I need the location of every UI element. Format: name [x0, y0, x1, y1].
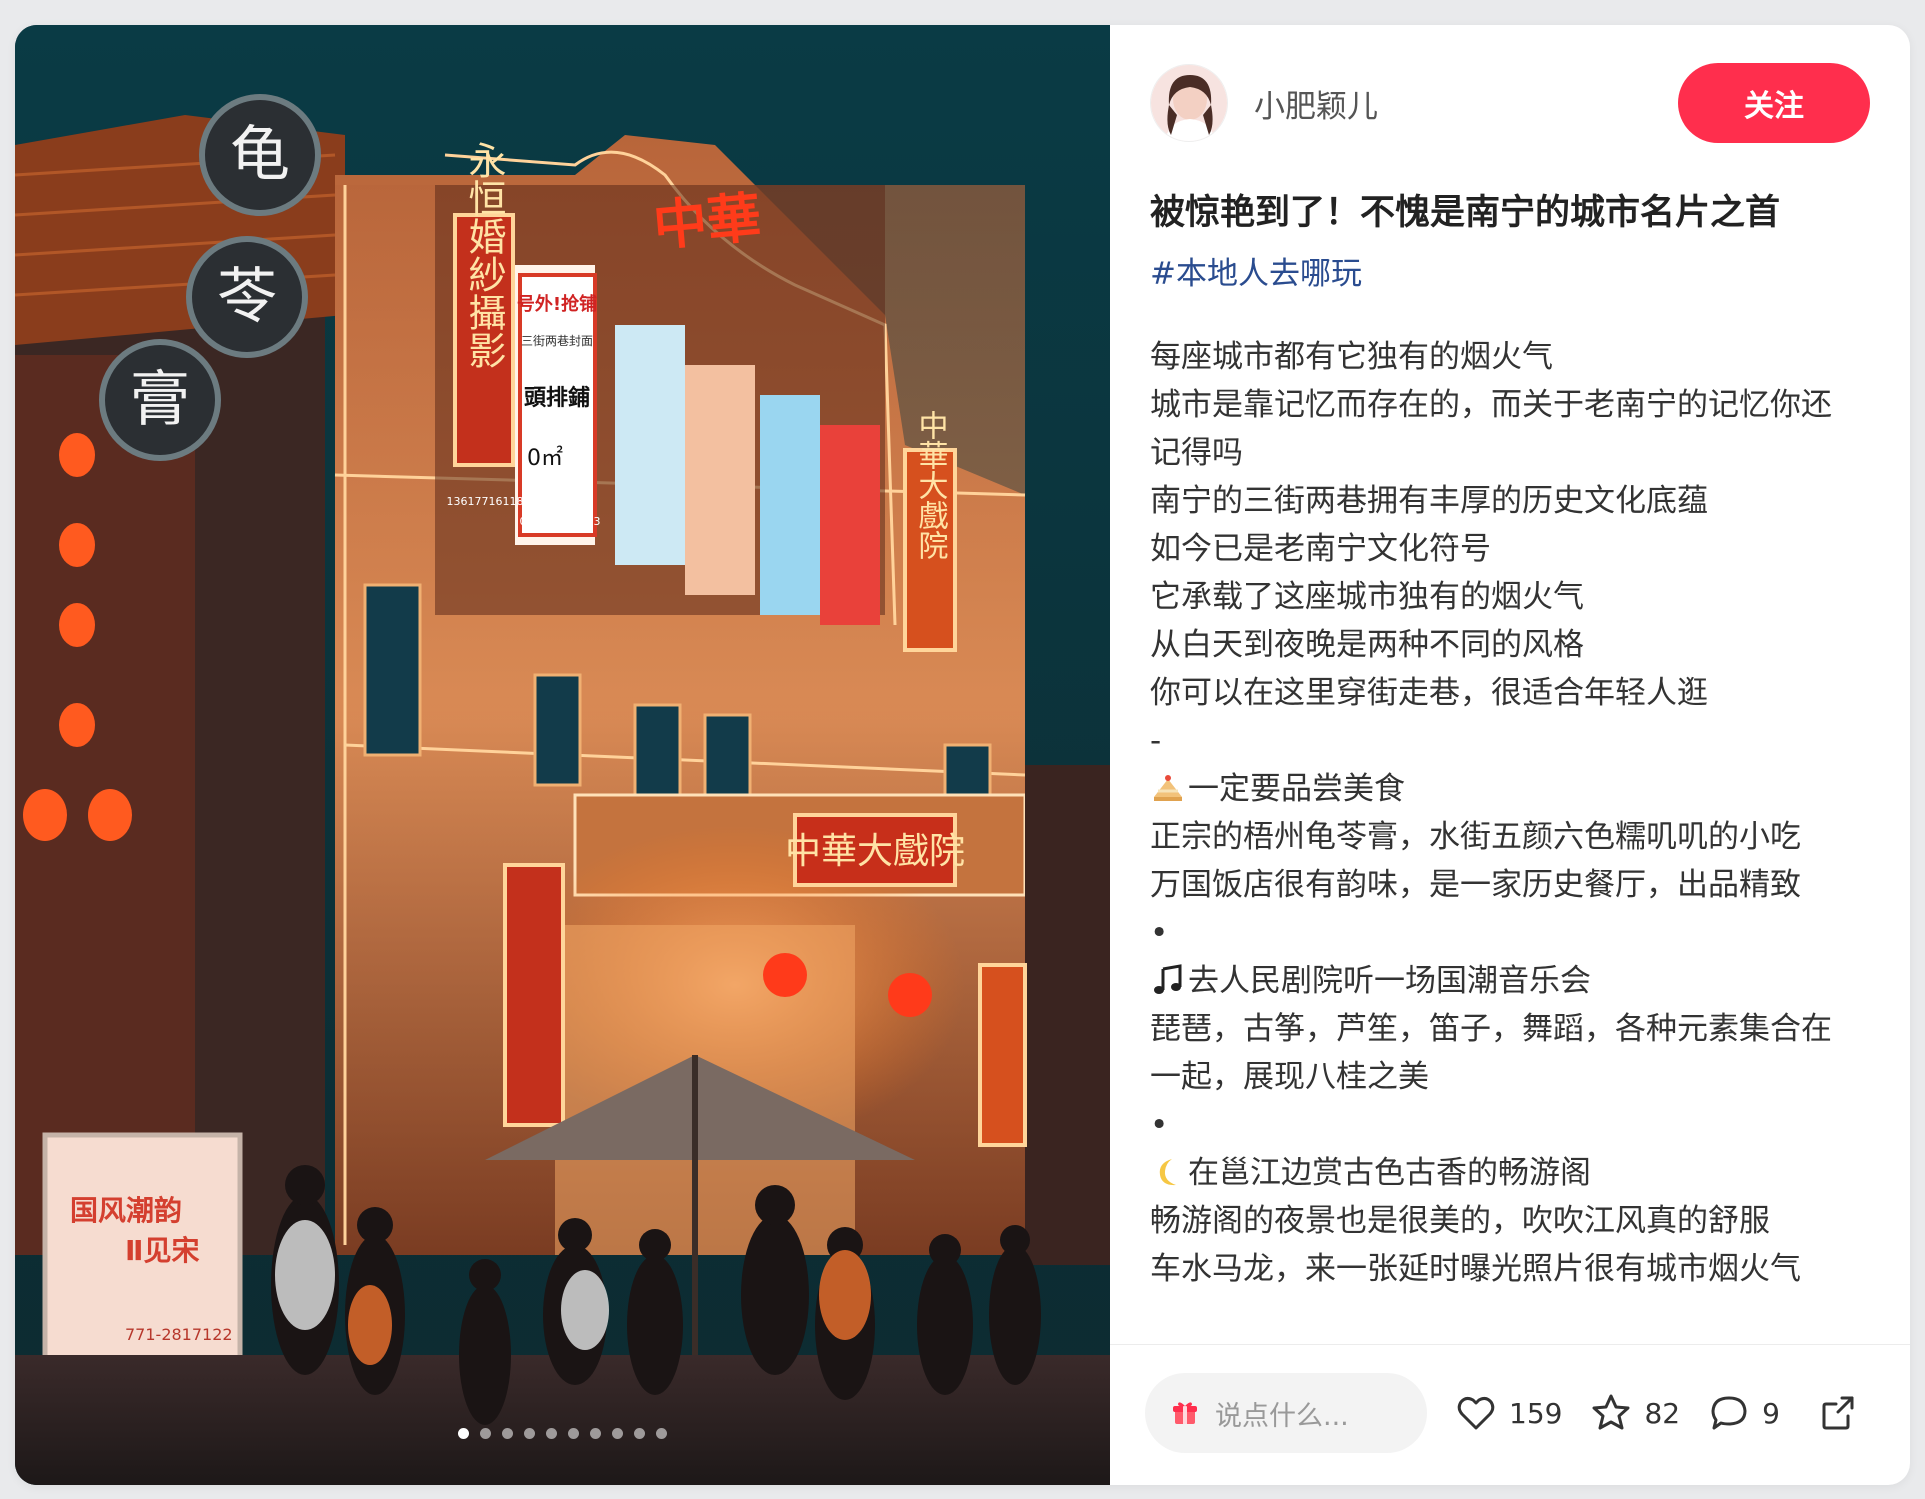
description-line-text: 如今已是老南宁文化符号 — [1150, 531, 1491, 567]
description-line-text: 在邕江边赏古色古香的畅游阁 — [1188, 1155, 1591, 1191]
night-street-photo: 龟 苓 膏 中華 永恒婚紗攝影 号外!抢铺 三街两巷封面 頭排鋪 0㎡ 1361… — [15, 25, 1110, 1485]
note-content: 被惊艳到了！不愧是南宁的城市名片之首 #本地人去哪玩 每座城市都有它独有的烟火气… — [1150, 185, 1865, 1320]
footer-divider — [1110, 1344, 1910, 1345]
banner-phone: 771-2817122 — [125, 1325, 233, 1344]
description-line-text: 它承载了这座城市独有的烟火气 — [1150, 579, 1584, 615]
like-count: 159 — [1509, 1396, 1563, 1430]
carousel-dot[interactable] — [524, 1428, 535, 1439]
description-line: 如今已是老南宁文化符号 — [1150, 525, 1865, 573]
comment-count: 9 — [1762, 1396, 1780, 1430]
description-line: 记得吗 — [1150, 429, 1865, 477]
poster-big-text: 頭排鋪 — [524, 385, 590, 411]
round-sign-2: 苓 — [217, 262, 277, 332]
rooftop-sign: 中華 — [651, 186, 764, 258]
description-line-text: 一定要品尝美食 — [1188, 771, 1405, 807]
description-line-text: 每座城市都有它独有的烟火气 — [1150, 339, 1553, 375]
poster-phone-2: 0771-4877773 — [520, 515, 601, 528]
note-detail-card: 龟 苓 膏 中華 永恒婚紗攝影 号外!抢铺 三街两巷封面 頭排鋪 0㎡ 1361… — [15, 25, 1910, 1485]
banner-sub: Ⅱ见宋 — [125, 1234, 199, 1267]
description-line-text: 万国饭店很有韵味，是一家历史餐厅，出品精致 — [1150, 867, 1801, 903]
carousel-dot[interactable] — [656, 1428, 667, 1439]
description-line: 城市是靠记忆而存在的，而关于老南宁的记忆你还 — [1150, 381, 1865, 429]
poster-phone-1: 13617716118 — [447, 495, 524, 508]
description-line: - — [1150, 717, 1865, 765]
balcony-sign: 中華大戲院 — [785, 831, 965, 872]
author-bar: 小肥颖儿 关注 — [1150, 63, 1870, 143]
description-line-text: 畅游阁的夜景也是很美的，吹吹江风真的舒服 — [1150, 1203, 1770, 1239]
heart-icon — [1457, 1396, 1495, 1430]
share-icon[interactable] — [1818, 1392, 1860, 1434]
description-line: 每座城市都有它独有的烟火气 — [1150, 333, 1865, 381]
description-line: 你可以在这里穿街走巷，很适合年轻人逛 — [1150, 669, 1865, 717]
carousel-dot[interactable] — [568, 1428, 579, 1439]
description-line: 正宗的梧州龟苓膏，水街五颜六色糯叽叽的小吃 — [1150, 813, 1865, 861]
note-description: 每座城市都有它独有的烟火气城市是靠记忆而存在的，而关于老南宁的记忆你还 记得吗南宁… — [1150, 333, 1865, 1293]
poster-sub: 三街两巷封面 — [521, 334, 593, 348]
description-line: 车水马龙，来一张延时曝光照片很有城市烟火气 — [1150, 1245, 1865, 1293]
photo-carousel[interactable]: 龟 苓 膏 中華 永恒婚紗攝影 号外!抢铺 三街两巷封面 頭排鋪 0㎡ 1361… — [15, 25, 1110, 1485]
star-icon — [1592, 1394, 1630, 1430]
carousel-dot[interactable] — [634, 1428, 645, 1439]
round-sign-1: 龟 — [230, 120, 290, 190]
carousel-dot[interactable] — [612, 1428, 623, 1439]
description-line: 南宁的三街两巷拥有丰厚的历史文化底蕴 — [1150, 477, 1865, 525]
description-line: 从白天到夜晚是两种不同的风格 — [1150, 621, 1865, 669]
gift-icon — [1173, 1402, 1197, 1424]
avatar[interactable] — [1150, 64, 1228, 142]
carousel-dot[interactable] — [502, 1428, 513, 1439]
moon-icon — [1150, 1155, 1186, 1189]
hashtag-link[interactable]: #本地人去哪玩 — [1150, 249, 1865, 299]
description-line-text: - — [1150, 723, 1162, 759]
description-line: 去人民剧院听一场国潮音乐会 — [1150, 957, 1865, 1005]
description-line: 万国饭店很有韵味，是一家历史餐厅，出品精致 — [1150, 861, 1865, 909]
description-line: • — [1150, 909, 1865, 957]
comment-bubble-icon — [1711, 1396, 1747, 1430]
comment-button[interactable]: 9 — [1708, 1392, 1780, 1434]
follow-button[interactable]: 关注 — [1678, 63, 1870, 143]
description-line: 一定要品尝美食 — [1150, 765, 1865, 813]
description-line-text: 从白天到夜晚是两种不同的风格 — [1150, 627, 1584, 663]
note-title: 被惊艳到了！不愧是南宁的城市名片之首 — [1150, 193, 1781, 233]
description-line-text: 你可以在这里穿街走巷，很适合年轻人逛 — [1150, 675, 1708, 711]
note-side-panel: 小肥颖儿 关注 被惊艳到了！不愧是南宁的城市名片之首 #本地人去哪玩 每座城市都… — [1110, 25, 1910, 1485]
avatar-image — [1151, 65, 1227, 141]
carousel-indicator — [15, 1428, 1110, 1439]
description-line-text: 车水马龙，来一张延时曝光照片很有城市烟火气 — [1150, 1251, 1801, 1287]
like-button[interactable]: 159 — [1455, 1392, 1562, 1434]
vertical-sign-left: 永恒婚紗攝影 — [462, 141, 506, 369]
description-line-text: 南宁的三街两巷拥有丰厚的历史文化底蕴 — [1150, 483, 1708, 519]
description-line: 一起，展现八桂之美 — [1150, 1053, 1865, 1101]
description-line-text: 去人民剧院听一场国潮音乐会 — [1188, 963, 1591, 999]
cake-icon — [1150, 771, 1186, 805]
description-line: 畅游阁的夜景也是很美的，吹吹江风真的舒服 — [1150, 1197, 1865, 1245]
vertical-sign-right: 中華大戲院 — [913, 410, 949, 560]
description-line-text: • — [1150, 915, 1169, 951]
description-line: 它承载了这座城市独有的烟火气 — [1150, 573, 1865, 621]
description-line-text: 琵琶，古筝，芦笙，笛子，舞蹈，各种元素集合在 — [1150, 1011, 1832, 1047]
carousel-dot[interactable] — [546, 1428, 557, 1439]
carousel-dot[interactable] — [480, 1428, 491, 1439]
favorite-count: 82 — [1644, 1396, 1681, 1430]
poster-area: 0㎡ — [527, 445, 563, 471]
banner-title: 国风潮韵 — [70, 1194, 182, 1227]
description-line: 在邕江边赏古色古香的畅游阁 — [1150, 1149, 1865, 1197]
poster-headline: 号外!抢铺 — [517, 293, 597, 315]
engagement-bar: 说点什么... 159 82 9 — [1145, 1373, 1870, 1453]
comment-placeholder: 说点什么... — [1215, 1400, 1349, 1432]
description-line-text: 记得吗 — [1150, 435, 1243, 471]
carousel-dot[interactable] — [590, 1428, 601, 1439]
round-sign-3: 膏 — [130, 365, 190, 435]
description-line-text: 城市是靠记忆而存在的，而关于老南宁的记忆你还 — [1150, 387, 1832, 423]
carousel-dot[interactable] — [458, 1428, 469, 1439]
description-line-text: 一起，展现八桂之美 — [1150, 1059, 1429, 1095]
favorite-button[interactable]: 82 — [1590, 1392, 1680, 1434]
comment-input[interactable]: 说点什么... — [1145, 1373, 1427, 1453]
author-name[interactable]: 小肥颖儿 — [1254, 81, 1678, 126]
description-line-text: • — [1150, 1107, 1169, 1143]
description-line: • — [1150, 1101, 1865, 1149]
description-line: 琵琶，古筝，芦笙，笛子，舞蹈，各种元素集合在 — [1150, 1005, 1865, 1053]
description-line-text: 正宗的梧州龟苓膏，水街五颜六色糯叽叽的小吃 — [1150, 819, 1801, 855]
music-note-icon — [1150, 963, 1186, 997]
